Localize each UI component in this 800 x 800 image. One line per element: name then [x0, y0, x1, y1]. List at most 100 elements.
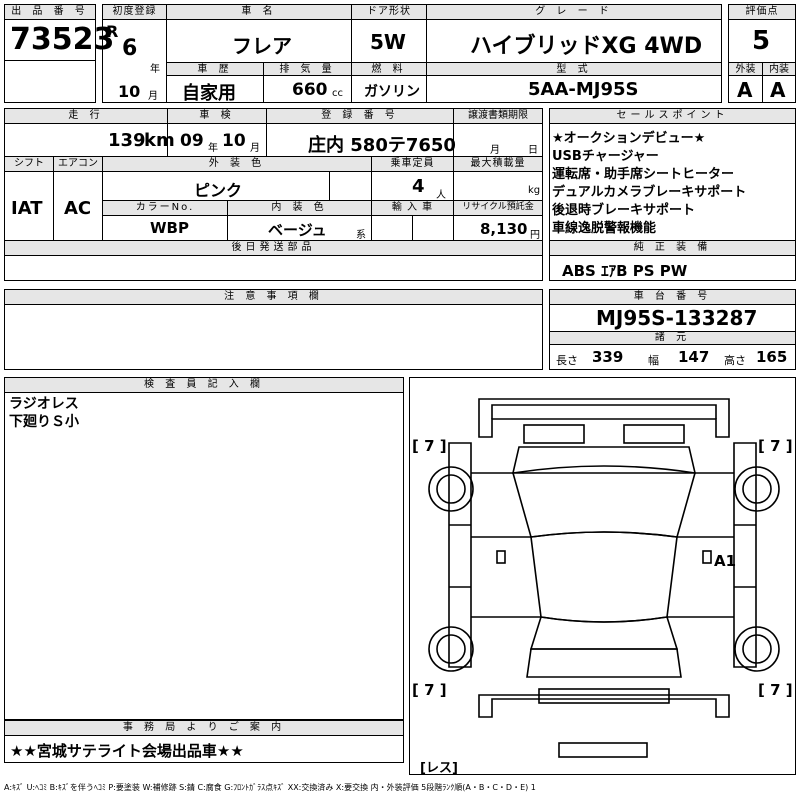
first-reg-month: 10: [118, 82, 141, 101]
grade-label: グ レ ー ド: [426, 4, 722, 20]
first-reg-year-unit: 年: [150, 64, 160, 75]
interior-score: A: [770, 78, 786, 102]
inspection-month-unit: 月: [250, 143, 260, 154]
tire-fr-score: [ 7 ]: [758, 437, 793, 455]
chassis-label: 車 台 番 号: [549, 289, 796, 305]
office-label: 事 務 局 よ り ご 案 内: [4, 720, 404, 736]
exterior-label: 外装: [728, 62, 763, 76]
recycle-label: リサイクル預託金: [453, 200, 543, 216]
width-label: 幅: [648, 354, 659, 367]
transfer-label: 譲渡書類期限: [453, 108, 543, 124]
first-reg-month-unit: 月: [148, 91, 158, 102]
car-name-label: 車 名: [166, 4, 352, 20]
recycle-unit: 円: [530, 230, 540, 241]
plate: 庄内 580テ7650: [308, 135, 456, 156]
sales-point-line: USBチャージャー: [552, 149, 659, 164]
length-label: 長さ: [556, 354, 578, 367]
int-color-unit: 系: [356, 230, 366, 241]
divider: [4, 60, 96, 61]
sales-points-label: セールスポイント: [549, 108, 796, 124]
inspector-note: 下廻りＳ小: [9, 414, 79, 430]
int-color-label: 内 装 色: [227, 200, 372, 216]
first-reg-era: R: [106, 22, 119, 41]
int-color: ベージュ: [268, 221, 327, 239]
grade: ハイブリッドXG 4WD: [470, 34, 703, 59]
score: 5: [752, 26, 771, 56]
later-parts-box: [4, 255, 543, 281]
model: 5AA-MJ95S: [528, 79, 639, 100]
dims-label: 諸 元: [549, 331, 796, 345]
load-unit: kg: [528, 185, 541, 196]
displacement: 660: [292, 80, 328, 100]
equipment: ABS ｴｱB PS PW: [562, 262, 688, 280]
office-note: ★★宮城サテライト会場出品車★★: [10, 742, 244, 760]
car-diagram: [428, 398, 780, 758]
plate-label: 登 録 番 号: [266, 108, 454, 124]
color-label: 外 装 色: [102, 156, 372, 172]
sales-point-line: 運転席・助手席シートヒーター: [552, 167, 735, 182]
color-no: WBP: [150, 219, 189, 237]
legend: A:ｷｽﾞ U:ﾍｺﾐ B:ｷｽﾞを伴うﾍｺﾐ P:要塗装 W:補修跡 S:錆 …: [4, 783, 536, 792]
sales-point-line: ★オークションデビュー★: [552, 131, 706, 146]
capacity-label: 乗車定員: [371, 156, 454, 172]
tire-rr-score: [ 7 ]: [758, 681, 793, 699]
tire-rl-score: [ 7 ]: [412, 681, 447, 699]
transfer-day-unit: 日: [528, 145, 538, 156]
mileage: 139: [108, 130, 146, 151]
height: 165: [756, 348, 788, 366]
equipment-label: 純 正 装 備: [549, 240, 796, 256]
length: 339: [592, 348, 624, 366]
inspector-box: [4, 392, 404, 720]
sales-point-line: 後退時ブレーキサポート: [552, 203, 696, 218]
fuel-label: 燃 料: [351, 62, 427, 76]
width: 147: [678, 348, 710, 366]
transfer-month-unit: 月: [490, 145, 500, 156]
damage-mark: A1: [714, 552, 737, 570]
inspection-year: 09: [180, 131, 204, 151]
aircon-label: エアコン: [53, 156, 103, 172]
inspector-note: ラジオレス: [9, 396, 79, 412]
door-label: ドア形状: [351, 4, 427, 20]
divider: [412, 215, 413, 241]
height-label: 高さ: [724, 354, 746, 367]
caution-label: 注 意 事 項 欄: [4, 289, 543, 305]
score-label: 評価点: [728, 4, 796, 20]
car-name: フレア: [232, 34, 292, 58]
model-label: 型 式: [426, 62, 722, 76]
tire-fl-score: [ 7 ]: [412, 437, 447, 455]
first-reg-year: 6: [122, 36, 138, 61]
inspection-label: 車 検: [167, 108, 267, 124]
aircon: AC: [64, 198, 92, 219]
shift-label: シフト: [4, 156, 54, 172]
door-type: 5W: [370, 30, 406, 54]
sales-point-line: デュアルカメラブレーキサポート: [552, 185, 747, 200]
lot-number: 73523: [10, 22, 115, 57]
first-reg-label: 初度登録: [102, 4, 167, 20]
mileage-label: 走 行: [4, 108, 168, 124]
capacity: 4: [412, 176, 425, 197]
load-label: 最大積載量: [453, 156, 543, 172]
history: 自家用: [182, 83, 236, 104]
later-parts-label: 後日発送部品: [4, 240, 543, 256]
caution-box: [4, 304, 543, 370]
import-label: 輸 入 車: [371, 200, 454, 216]
shift: IAT: [11, 198, 43, 219]
exterior-score: A: [737, 78, 753, 102]
displacement-unit: cc: [332, 88, 343, 99]
chassis-number: MJ95S-133287: [596, 306, 758, 330]
history-label: 車 歴: [166, 62, 264, 76]
inspector-label: 検 査 員 記 入 欄: [4, 377, 404, 393]
lot-label: 出 品 番 号: [4, 4, 96, 20]
capacity-unit: 人: [436, 190, 446, 201]
inspection-month: 10: [222, 131, 246, 151]
interior-label: 内装: [762, 62, 796, 76]
displacement-label: 排 気 量: [263, 62, 352, 76]
fuel: ガソリン: [364, 84, 420, 100]
less-mark: [レス]: [420, 761, 458, 776]
color-extra-box: [329, 171, 372, 201]
color-no-label: カラーNo.: [102, 200, 228, 216]
color: ピンク: [194, 181, 243, 200]
recycle: 8,130: [480, 220, 528, 238]
inspection-year-unit: 年: [208, 143, 218, 154]
sales-point-line: 車線逸脱警報機能: [552, 221, 657, 236]
